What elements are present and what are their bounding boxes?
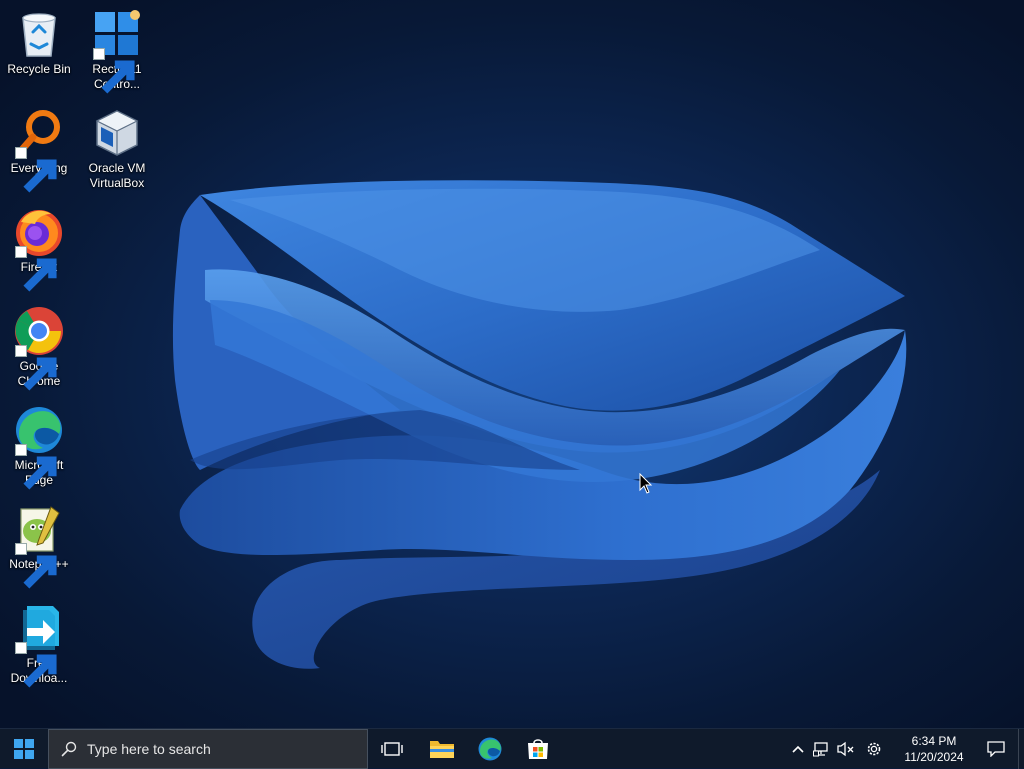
microsoft-store-button[interactable]: [514, 729, 562, 769]
desktop-icon-firefox[interactable]: Firefox: [0, 202, 78, 294]
desktop-icon-notepad-plus-plus[interactable]: Notepad++: [0, 499, 78, 591]
settings-button[interactable]: [858, 729, 890, 769]
network-icon: [813, 741, 828, 756]
desktop-icon-google-chrome[interactable]: Google Chrome: [0, 301, 78, 393]
task-view-button[interactable]: [368, 729, 416, 769]
task-view-icon: [381, 741, 403, 756]
desktop-icon-label: Recycle Bin: [7, 62, 71, 76]
shortcut-arrow-icon: [15, 444, 57, 490]
search-input[interactable]: Type here to search: [48, 728, 368, 769]
notification-center-button[interactable]: [974, 729, 1018, 769]
search-placeholder: Type here to search: [87, 740, 211, 757]
file-explorer-icon: [430, 740, 454, 758]
system-tray: 6:34 PM 11/20/2024: [786, 728, 1024, 769]
shortcut-arrow-icon: [15, 543, 57, 589]
shortcut-arrow-icon: [15, 246, 57, 292]
desktop-icon-virtualbox[interactable]: Oracle VM VirtualBox: [78, 103, 156, 195]
chevron-up-icon: [792, 745, 804, 753]
recycle-bin-icon: [22, 13, 56, 57]
volume-muted-icon: [837, 741, 854, 756]
desktop-icon-microsoft-edge[interactable]: Microsoft Edge: [0, 400, 78, 492]
clock-date: 11/20/2024: [904, 749, 964, 764]
network-button[interactable]: [810, 729, 834, 769]
shortcut-arrow-icon: [15, 345, 57, 391]
notification-icon: [987, 740, 1005, 757]
desktop-icon-free-download-manager[interactable]: Free Downloa...: [0, 598, 78, 690]
clock[interactable]: 6:34 PM 11/20/2024: [894, 733, 974, 765]
desktop-icon-label: Oracle VM VirtualBox: [88, 161, 146, 190]
desktop-icon-everything[interactable]: Everything: [0, 103, 78, 195]
mouse-cursor-icon: [639, 473, 653, 494]
settings-gear-icon: [867, 742, 881, 755]
show-hidden-icons-button[interactable]: [786, 729, 810, 769]
search-icon: [61, 741, 77, 756]
volume-button[interactable]: [834, 729, 858, 769]
desktop[interactable]: Recycle Bin Rectify11 Contro... Everythi…: [0, 0, 1024, 728]
virtualbox-icon: [95, 110, 139, 156]
file-explorer-button[interactable]: [418, 729, 466, 769]
edge-icon: [478, 737, 502, 760]
shortcut-arrow-icon: [93, 48, 135, 94]
shortcut-arrow-icon: [15, 642, 57, 688]
microsoft-store-icon: [528, 738, 548, 759]
show-desktop-button[interactable]: [1018, 728, 1024, 769]
clock-time: 6:34 PM: [911, 733, 957, 748]
windows-logo-icon: [14, 738, 34, 759]
taskbar: Type here to search 6:34 PM 11/20/2024: [0, 728, 1024, 769]
desktop-icon-recycle-bin[interactable]: Recycle Bin: [0, 4, 78, 96]
edge-taskbar-button[interactable]: [466, 729, 514, 769]
desktop-icon-rectify11-control[interactable]: Rectify11 Contro...: [78, 4, 156, 96]
shortcut-arrow-icon: [15, 147, 57, 193]
start-button[interactable]: [0, 729, 48, 769]
